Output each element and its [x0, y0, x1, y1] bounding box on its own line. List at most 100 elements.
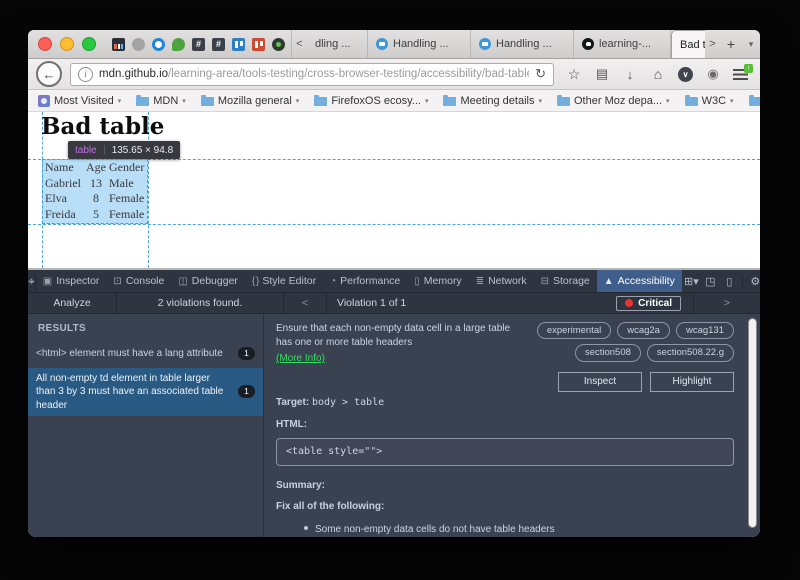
highlight-button[interactable]: Highlight [650, 372, 734, 392]
reload-icon[interactable]: ↻ [535, 66, 546, 82]
tag-row: section508 section508.22.g [575, 344, 734, 361]
bookmark-games[interactable]: Games▾ [749, 95, 760, 107]
more-info-link[interactable]: (More Info) [276, 352, 325, 366]
bookmark-meeting-details[interactable]: Meeting details▾ [443, 95, 542, 107]
pinned-tab-hash-icon[interactable] [192, 38, 205, 51]
tab-memory[interactable]: Memory [407, 270, 468, 292]
tab-handling-2[interactable]: Handling ... [471, 30, 574, 58]
bookmark-mozilla-general[interactable]: Mozilla general▾ [201, 95, 300, 107]
bookmark-mdn[interactable]: MDN▾ [136, 95, 186, 107]
reader-list-icon[interactable] [594, 66, 610, 82]
scroll-tabs-right-button[interactable]: > [705, 30, 720, 58]
next-violation-button[interactable]: > [694, 293, 760, 313]
pinned-tab-trello-blue-icon[interactable] [232, 38, 245, 51]
site-info-icon[interactable] [78, 67, 93, 82]
tab-inspector[interactable]: Inspector [36, 270, 107, 292]
console-icon [113, 276, 121, 287]
analyze-button[interactable]: Analyze [28, 293, 117, 313]
zoom-window-button[interactable] [82, 37, 96, 51]
tab-bad-table-active[interactable]: Bad table ... × [671, 30, 705, 58]
split-console-icon[interactable]: ◳ [701, 275, 720, 288]
accessibility-icon [604, 276, 614, 287]
tab-label: Handling ... [393, 38, 449, 50]
caret-down-icon: ▾ [296, 97, 300, 105]
url-text[interactable]: mdn.github.io/learning-area/tools-testin… [99, 68, 529, 80]
bookmark-other-moz[interactable]: Other Moz depa...▾ [557, 95, 670, 107]
new-tab-button[interactable]: + [720, 30, 742, 58]
table-row: Gabriel 13 Male [43, 176, 153, 192]
tab-network[interactable]: Network [469, 270, 534, 292]
url-path: /learning-area/tools-testing/cross-brows… [168, 68, 529, 80]
previous-violation-button[interactable]: < [284, 293, 327, 313]
table-row: Name Age Gender [43, 160, 153, 176]
table-cell: 8 [83, 191, 107, 207]
pinned-tab-plant-icon[interactable] [172, 38, 185, 51]
pinned-tab-hash-icon[interactable] [212, 38, 225, 51]
highlighter-dimensions: 135.65 × 94.8 [112, 145, 173, 156]
url-domain: mdn.github.io [99, 68, 168, 80]
violations-found-status: 2 violations found. [117, 293, 284, 313]
results-header: RESULTS [28, 320, 263, 343]
tab-console[interactable]: Console [106, 270, 171, 292]
tab-clipped[interactable]: dling ... [307, 30, 368, 58]
pick-element-icon[interactable] [28, 270, 36, 292]
tab-list-dropdown-icon[interactable]: ▾ [742, 30, 760, 58]
pinned-tab-globe-icon[interactable] [132, 38, 145, 51]
pocket-icon[interactable] [678, 67, 693, 82]
tab-handling-1[interactable]: Handling ... [368, 30, 471, 58]
count-badge: 1 [238, 347, 255, 360]
tab-storage[interactable]: Storage [534, 270, 597, 292]
pinned-tab-ring-icon[interactable] [152, 38, 165, 51]
bookmark-firefoxos[interactable]: FirefoxOS ecosy...▾ [314, 95, 428, 107]
pinned-tab-bug-icon[interactable] [272, 38, 285, 51]
caret-down-icon: ▾ [425, 97, 429, 105]
result-item-lang-attribute[interactable]: <html> element must have a lang attribut… [28, 343, 263, 365]
summary-label: Summary: [276, 479, 734, 493]
pinned-tab-trello-red-icon[interactable] [252, 38, 265, 51]
page-viewport: Bad table table 135.65 × 94.8 Name Age G… [28, 112, 760, 268]
downloads-icon[interactable] [622, 66, 638, 82]
close-window-button[interactable] [38, 37, 52, 51]
toolbar-icons [562, 66, 752, 82]
tab-label: dling ... [315, 38, 350, 50]
responsive-mode-icon[interactable]: ▯ [720, 275, 739, 288]
url-bar[interactable]: mdn.github.io/learning-area/tools-testin… [70, 63, 554, 86]
settings-gear-icon[interactable]: ⚙ [746, 275, 760, 288]
dock-options-icon[interactable]: ⊞▾ [682, 275, 701, 288]
tab-style-editor[interactable]: Style Editor [245, 270, 323, 292]
result-item-table-header[interactable]: All non-empty td element in table larger… [28, 368, 263, 417]
caret-down-icon: ▾ [666, 97, 670, 105]
bad-table: Name Age Gender Gabriel 13 Male Elva 8 F… [43, 160, 153, 222]
tab-accessibility[interactable]: Accessibility [597, 270, 682, 292]
tab-learning-area[interactable]: learning-... [574, 30, 671, 58]
home-icon[interactable] [650, 66, 666, 82]
scrollbar-thumb[interactable] [748, 318, 757, 528]
tool-label: Inspector [56, 275, 99, 287]
inspect-button[interactable]: Inspect [558, 372, 642, 392]
highlighted-table[interactable]: Name Age Gender Gabriel 13 Male Elva 8 F… [42, 159, 148, 224]
violation-position-segment: Violation 1 of 1 Critical [327, 293, 694, 313]
table-cell: Female [107, 207, 153, 223]
bookmark-star-icon[interactable] [566, 66, 582, 82]
menu-hamburger-icon[interactable] [733, 69, 748, 80]
tool-label: Accessibility [618, 275, 675, 287]
most-visited-icon [38, 95, 50, 107]
table-row: Freida 5 Female [43, 207, 153, 223]
highlighter-infobar: table 135.65 × 94.8 [68, 141, 180, 159]
folder-icon [557, 97, 570, 106]
detail-actions: Inspect Highlight [276, 372, 734, 392]
minimize-window-button[interactable] [60, 37, 74, 51]
description-block: Ensure that each non-empty data cell in … [276, 322, 529, 366]
tab-performance[interactable]: Performance [323, 270, 407, 292]
bookmark-label: MDN [153, 95, 178, 107]
divider [104, 145, 105, 155]
fingerprint-icon[interactable] [705, 66, 721, 82]
pinned-tab-analytics-icon[interactable] [112, 38, 125, 51]
scroll-tabs-left-button[interactable]: < [292, 30, 307, 58]
back-button[interactable]: ← [36, 61, 62, 87]
bookmark-w3c[interactable]: W3C▾ [685, 95, 734, 107]
result-text: All non-empty td element in table larger… [36, 372, 230, 413]
bookmark-most-visited[interactable]: Most Visited▾ [38, 95, 121, 107]
html-label: HTML: [276, 418, 734, 432]
tab-debugger[interactable]: Debugger [171, 270, 245, 292]
